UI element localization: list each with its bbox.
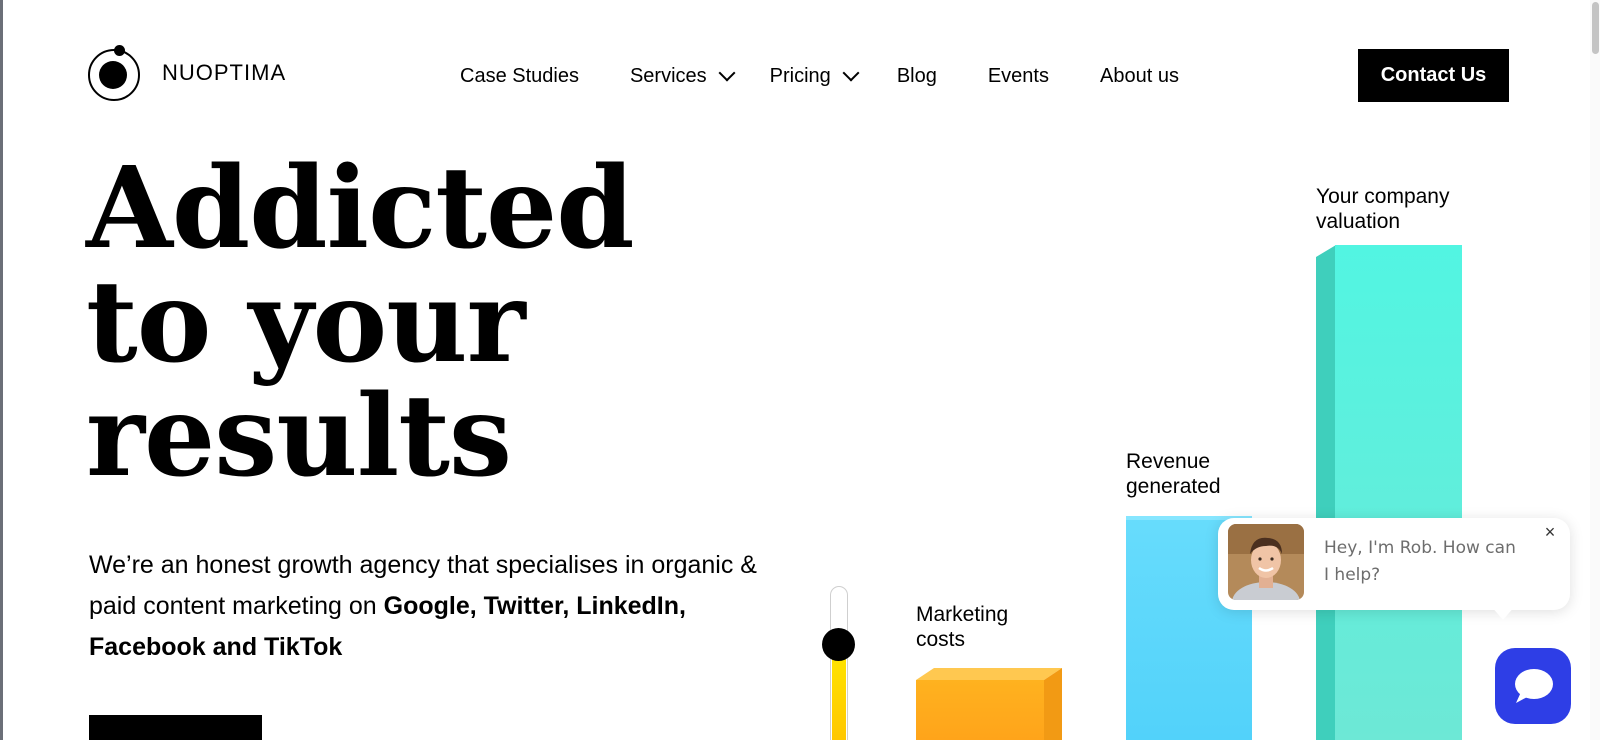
nav-pricing[interactable]: Pricing [769,64,860,88]
label-line: costs [916,628,966,651]
revenue-generated-label: Revenue generated [1126,449,1221,499]
chat-bubble-icon [1515,669,1553,703]
company-valuation-label: Your company valuation [1316,184,1449,234]
hero-headline: Addicted to your results [86,143,635,502]
scrollbar-thumb[interactable] [1592,2,1599,54]
headline-line: to your [86,257,526,388]
nav-label: Case Studies [460,64,579,87]
main-nav: Case Studies Services Pricing Blog Event… [460,58,1179,94]
headline-line: results [86,371,512,502]
nav-label: Blog [896,64,937,87]
nav-services[interactable]: Services [629,64,736,88]
marketing-bar-side [1044,668,1062,740]
headline-line: Addicted [86,143,635,274]
nav-about-us[interactable]: About us [1100,65,1179,88]
slider-handle[interactable] [822,628,855,661]
avatar-photo [1228,524,1304,600]
slider-fill [832,648,846,740]
nav-case-studies[interactable]: Case Studies [460,65,579,88]
label-line: Revenue [1126,450,1211,473]
chat-launcher-button[interactable] [1495,648,1571,724]
hero-cta-button[interactable] [89,715,262,740]
logo-icon [88,45,140,101]
scrollbar[interactable] [1590,0,1600,740]
avatar [1228,524,1304,600]
nav-events[interactable]: Events [988,65,1049,88]
chat-popup-tail [1491,606,1515,620]
label-line: generated [1126,475,1221,498]
marketing-costs-label: Marketing costs [916,602,1008,652]
logo[interactable]: NUOPTIMA [88,45,286,101]
chat-message: Hey, I'm Rob. How can I help? [1324,538,1516,585]
label-line: Marketing [916,603,1009,626]
hero-subtext: We’re an honest growth agency that speci… [89,545,769,668]
close-icon[interactable]: × [1540,522,1560,542]
nav-label: About us [1100,64,1179,87]
nav-blog[interactable]: Blog [897,65,937,88]
chevron-down-icon [842,64,860,82]
label-line: valuation [1316,210,1401,233]
window-edge [0,0,3,740]
nav-label: Services [629,64,707,87]
marketing-costs-bar [916,680,1044,740]
valuation-bar-side [1316,245,1336,740]
label-line: Your company [1316,185,1450,208]
brand-name: NUOPTIMA [162,60,287,85]
chevron-down-icon [718,64,736,82]
marketing-bar-top [916,668,1062,680]
nav-label: Pricing [769,64,831,87]
nav-label: Events [987,64,1049,87]
page: NUOPTIMA Case Studies Services Pricing B… [0,0,1600,740]
contact-us-button[interactable]: Contact Us [1358,49,1509,102]
company-valuation-bar [1335,245,1462,740]
